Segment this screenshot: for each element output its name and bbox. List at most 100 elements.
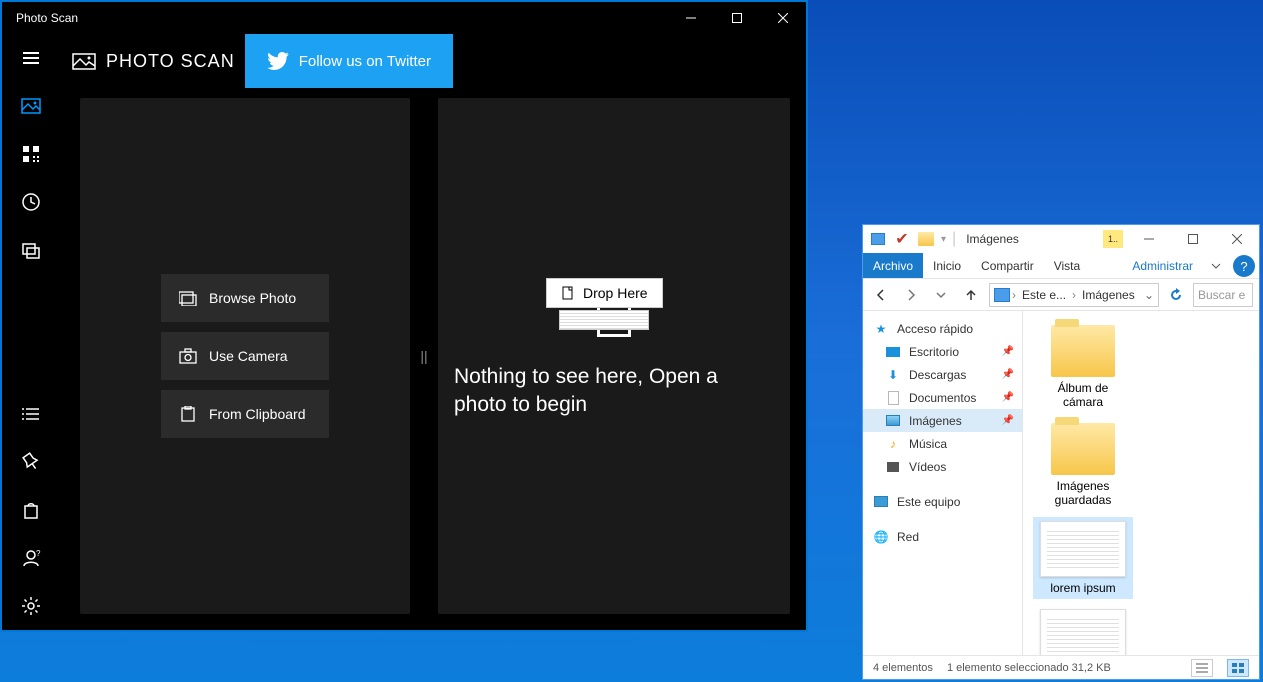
file-item-2[interactable]: lorem ipsum: [1033, 605, 1133, 655]
from-clipboard-button[interactable]: From Clipboard: [161, 390, 329, 438]
nav-desktop[interactable]: Escritorio📌: [863, 340, 1022, 363]
photoscan-window: Photo Scan ? PHOTO SCAN: [0, 0, 808, 632]
music-icon: ♪: [885, 436, 901, 452]
pin-icon: 📌: [1002, 415, 1014, 426]
svg-text:?: ?: [36, 549, 41, 558]
view-thumbnails-button[interactable]: [1227, 659, 1249, 677]
empty-message: Nothing to see here, Open a photo to beg…: [454, 363, 774, 420]
hamburger-menu[interactable]: [2, 34, 60, 82]
nav-pictures[interactable]: Imágenes📌: [863, 409, 1022, 432]
breadcrumb-folder[interactable]: Imágenes: [1078, 288, 1139, 302]
browse-icon: [179, 290, 197, 306]
pc-icon: [873, 494, 889, 510]
explorer-nav-pane: ★Acceso rápido Escritorio📌 ⬇Descargas📌 D…: [863, 311, 1023, 655]
tab-home[interactable]: Inicio: [923, 253, 971, 278]
nav-quick-access[interactable]: ★Acceso rápido: [863, 317, 1022, 340]
folder-saved-pictures[interactable]: Imágenes guardadas: [1033, 419, 1133, 511]
downloads-icon: ⬇: [885, 367, 901, 383]
preview-panel[interactable]: Nothing to see here, Open a photo to beg…: [438, 98, 790, 614]
videos-icon: [885, 459, 901, 475]
nav-recent-button[interactable]: [929, 288, 953, 302]
tab-share[interactable]: Compartir: [971, 253, 1044, 278]
sidebar-item-shop[interactable]: [2, 486, 60, 534]
photoscan-titlebar[interactable]: Photo Scan: [2, 2, 806, 34]
app-logo: PHOTO SCAN: [72, 51, 235, 72]
qat-dropdown-icon[interactable]: ▾: [941, 234, 946, 245]
breadcrumb-root[interactable]: Este e...: [1018, 288, 1070, 302]
address-field[interactable]: › Este e... › Imágenes ⌄: [989, 283, 1159, 307]
minimize-button[interactable]: [668, 2, 714, 34]
explorer-close-button[interactable]: [1215, 225, 1259, 253]
star-icon: ★: [873, 321, 889, 337]
qat-folder-icon[interactable]: [917, 231, 935, 247]
maximize-button[interactable]: [714, 2, 760, 34]
help-button[interactable]: ?: [1233, 255, 1255, 277]
address-dropdown-icon[interactable]: ⌄: [1144, 288, 1154, 302]
folder-camera-roll[interactable]: Álbum de cámara: [1033, 321, 1133, 413]
desktop-icon: [885, 344, 901, 360]
tab-view[interactable]: Vista: [1044, 253, 1090, 278]
pin-icon: 📌: [1002, 392, 1014, 403]
empty-page-icon: [597, 293, 631, 337]
app-logo-text: PHOTO SCAN: [106, 51, 235, 72]
nav-downloads[interactable]: ⬇Descargas📌: [863, 363, 1022, 386]
sidebar-item-history[interactable]: [2, 178, 60, 226]
nav-up-button[interactable]: [959, 288, 983, 302]
sidebar-item-feedback[interactable]: ?: [2, 534, 60, 582]
folder-icon: [1051, 325, 1115, 377]
camera-icon: [179, 348, 197, 364]
explorer-titlebar[interactable]: ✔ ▾ | Imágenes 1..: [863, 225, 1259, 253]
photoscan-header: PHOTO SCAN Follow us on Twitter: [60, 34, 806, 88]
nav-music[interactable]: ♪Música: [863, 432, 1022, 455]
explorer-addressbar: › Este e... › Imágenes ⌄ Buscar e: [863, 279, 1259, 311]
nav-this-pc[interactable]: Este equipo: [863, 490, 1022, 513]
nav-videos[interactable]: Vídeos: [863, 455, 1022, 478]
explorer-statusbar: 4 elementos 1 elemento seleccionado 31,2…: [863, 655, 1259, 679]
nav-documents[interactable]: Documentos📌: [863, 386, 1022, 409]
photoscan-sidebar: ?: [2, 34, 60, 630]
explorer-minimize-button[interactable]: [1127, 225, 1171, 253]
clipboard-icon: [179, 406, 197, 422]
refresh-button[interactable]: [1165, 288, 1187, 302]
twitter-icon: [267, 52, 289, 70]
nav-forward-button[interactable]: [899, 288, 923, 302]
pin-icon: 📌: [1002, 346, 1014, 357]
file-item-1[interactable]: lorem ipsum: [1033, 517, 1133, 599]
view-details-button[interactable]: [1191, 659, 1213, 677]
sidebar-item-photo[interactable]: [2, 82, 60, 130]
qat-check-icon[interactable]: ✔: [893, 231, 911, 247]
network-icon: 🌐: [873, 529, 889, 545]
nav-network[interactable]: 🌐Red: [863, 525, 1022, 548]
close-button[interactable]: [760, 2, 806, 34]
sidebar-item-pin[interactable]: [2, 438, 60, 486]
explorer-title: Imágenes: [966, 232, 1103, 246]
folder-icon: [1051, 423, 1115, 475]
pc-icon: [994, 288, 1010, 302]
search-field[interactable]: Buscar e: [1193, 283, 1253, 307]
tab-file[interactable]: Archivo: [863, 253, 923, 278]
sidebar-item-qr[interactable]: [2, 130, 60, 178]
sidebar-item-list[interactable]: [2, 390, 60, 438]
tab-manage[interactable]: Administrar: [1122, 253, 1203, 278]
twitter-button[interactable]: Follow us on Twitter: [245, 34, 453, 88]
image-thumbnail-icon: [1040, 609, 1126, 655]
sidebar-item-compare[interactable]: [2, 226, 60, 274]
status-selection: 1 elemento seleccionado 31,2 KB: [947, 662, 1111, 674]
explorer-maximize-button[interactable]: [1171, 225, 1215, 253]
sidebar-item-settings[interactable]: [2, 582, 60, 630]
status-count: 4 elementos: [873, 662, 933, 674]
documents-icon: [885, 390, 901, 406]
twitter-label: Follow us on Twitter: [299, 53, 431, 70]
ribbon-expand-button[interactable]: [1203, 253, 1229, 278]
explorer-ribbon: Archivo Inicio Compartir Vista Administr…: [863, 253, 1259, 279]
explorer-window: ✔ ▾ | Imágenes 1.. Archivo Inicio Compar…: [862, 224, 1260, 680]
use-camera-button[interactable]: Use Camera: [161, 332, 329, 380]
photoscan-title: Photo Scan: [16, 11, 668, 25]
new-badge[interactable]: 1..: [1103, 230, 1123, 248]
explorer-file-pane[interactable]: Álbum de cámara Imágenes guardadas lorem…: [1023, 311, 1259, 655]
browse-photo-button[interactable]: Browse Photo: [161, 274, 329, 322]
nav-back-button[interactable]: [869, 288, 893, 302]
qat-properties-icon[interactable]: [869, 231, 887, 247]
panel-splitter[interactable]: ||: [418, 98, 430, 614]
pin-icon: 📌: [1002, 369, 1014, 380]
